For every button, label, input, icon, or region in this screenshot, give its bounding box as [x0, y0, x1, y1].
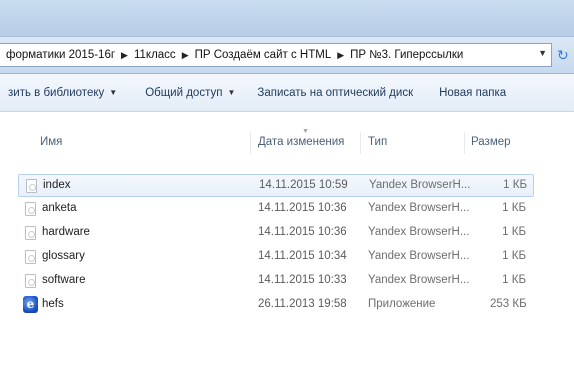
- column-header-row: Имя ▼ Дата изменения Тип Размер: [0, 128, 574, 156]
- file-date: 14.11.2015 10:34: [258, 250, 347, 262]
- html-file-icon: [25, 202, 36, 216]
- address-field[interactable]: форматики 2015-16г ▶ 11класс ▶ ПР Создаё…: [0, 43, 552, 67]
- breadcrumb-separator-icon[interactable]: ▶: [337, 50, 344, 61]
- command-toolbar: зить в библиотеку ▼ Общий доступ ▼ Запис…: [0, 74, 574, 112]
- column-header-name[interactable]: Имя: [40, 136, 62, 148]
- share-label: Общий доступ: [145, 86, 223, 99]
- address-history-dropdown-icon[interactable]: ▼: [538, 48, 547, 58]
- file-name: software: [42, 274, 86, 286]
- breadcrumb-item[interactable]: ПР №3. Гиперссылки: [350, 49, 463, 61]
- html-file-icon: [25, 250, 36, 264]
- file-type: Yandex BrowserH...: [368, 274, 470, 286]
- html-file-icon: [25, 226, 36, 240]
- file-size: 1 КБ: [502, 226, 526, 238]
- file-date: 14.11.2015 10:36: [258, 226, 347, 238]
- refresh-icon[interactable]: ↻: [557, 46, 573, 64]
- breadcrumb-item[interactable]: форматики 2015-16г: [6, 49, 115, 61]
- column-divider[interactable]: [250, 132, 251, 154]
- file-type: Yandex BrowserH...: [368, 226, 470, 238]
- column-divider[interactable]: [464, 132, 465, 154]
- file-row-software[interactable]: software 14.11.2015 10:33 Yandex Browser…: [18, 270, 534, 293]
- file-row-hefs[interactable]: e hefs 26.11.2013 19:58 Приложение 253 К…: [18, 294, 534, 317]
- address-bar: форматики 2015-16г ▶ 11класс ▶ ПР Создаё…: [0, 36, 574, 74]
- burn-label: Записать на оптический диск: [257, 86, 414, 99]
- file-name: hardware: [42, 226, 90, 238]
- column-header-size[interactable]: Размер: [471, 136, 511, 148]
- file-name: hefs: [42, 298, 64, 310]
- breadcrumb-item[interactable]: 11класс: [134, 49, 176, 61]
- chevron-down-icon: ▼: [109, 88, 118, 97]
- column-divider[interactable]: [360, 132, 361, 154]
- file-date: 14.11.2015 10:36: [258, 202, 347, 214]
- file-row-anketa[interactable]: anketa 14.11.2015 10:36 Yandex BrowserH.…: [18, 198, 534, 221]
- file-type: Приложение: [368, 298, 436, 310]
- file-row-hardware[interactable]: hardware 14.11.2015 10:36 Yandex Browser…: [18, 222, 534, 245]
- file-row-glossary[interactable]: glossary 14.11.2015 10:34 Yandex Browser…: [18, 246, 534, 269]
- burn-button[interactable]: Записать на оптический диск: [249, 81, 421, 105]
- file-name: glossary: [42, 250, 85, 262]
- chevron-down-icon: ▼: [227, 88, 236, 97]
- window-title-bar: [0, 0, 574, 36]
- sort-indicator-icon: ▼: [302, 128, 309, 135]
- html-file-icon: [25, 274, 36, 288]
- file-date: 14.11.2015 10:59: [259, 179, 348, 191]
- add-to-library-label: зить в библиотеку: [8, 86, 105, 99]
- file-date: 14.11.2015 10:33: [258, 274, 347, 286]
- file-type: Yandex BrowserH...: [369, 179, 471, 191]
- file-type: Yandex BrowserH...: [368, 250, 470, 262]
- file-name: index: [43, 179, 71, 191]
- breadcrumb-separator-icon[interactable]: ▶: [182, 50, 189, 61]
- column-header-date[interactable]: Дата изменения: [258, 136, 344, 148]
- breadcrumb-item[interactable]: ПР Создаём сайт с HTML: [195, 49, 332, 61]
- share-button[interactable]: Общий доступ ▼: [137, 81, 243, 105]
- new-folder-label: Новая папка: [439, 86, 507, 99]
- file-name: anketa: [42, 202, 77, 214]
- html-file-icon: [26, 179, 37, 193]
- file-type: Yandex BrowserH...: [368, 202, 470, 214]
- file-size: 253 КБ: [490, 298, 527, 310]
- application-icon: e: [23, 296, 38, 313]
- file-date: 26.11.2013 19:58: [258, 298, 347, 310]
- file-size: 1 КБ: [503, 179, 527, 191]
- breadcrumb-separator-icon[interactable]: ▶: [121, 50, 128, 61]
- file-size: 1 КБ: [502, 250, 526, 262]
- file-row-index[interactable]: index 14.11.2015 10:59 Yandex BrowserH..…: [18, 174, 534, 197]
- add-to-library-button[interactable]: зить в библиотеку ▼: [0, 81, 125, 105]
- new-folder-button[interactable]: Новая папка: [431, 81, 514, 105]
- file-size: 1 КБ: [502, 202, 526, 214]
- column-header-type[interactable]: Тип: [368, 136, 387, 148]
- file-size: 1 КБ: [502, 274, 526, 286]
